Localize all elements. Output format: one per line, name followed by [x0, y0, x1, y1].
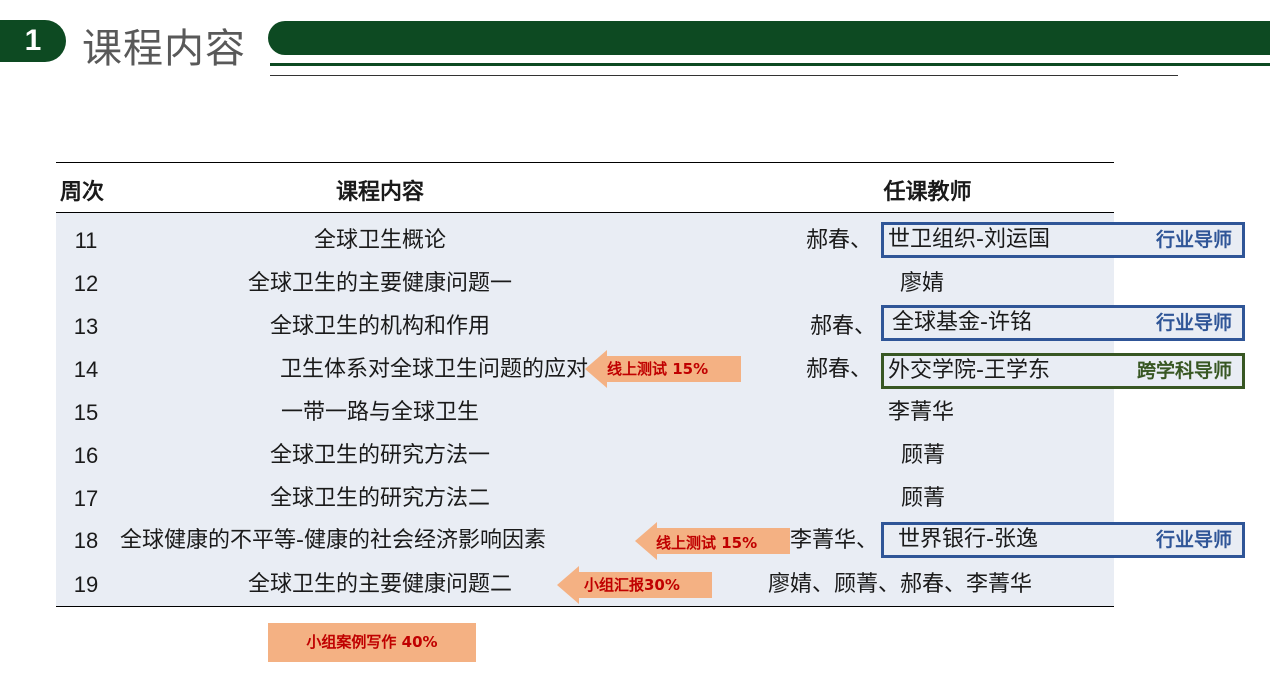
table-bottom-rule — [56, 606, 1114, 607]
table-row: 12 全球卫生的主要健康问题一 — [56, 263, 1114, 305]
teacher-cell: 郝春、 — [806, 228, 873, 253]
teacher-cell: 李菁华、 — [790, 528, 879, 553]
teacher-cell: 李菁华 — [888, 400, 955, 425]
online-test-label: 线上测试 15% — [656, 534, 758, 552]
content-cell: 全球卫生的主要健康问题一 — [247, 271, 512, 296]
group-report-label: 小组汇报30% — [584, 576, 680, 594]
content-cell: 一带一路与全球卫生 — [280, 400, 479, 425]
content-cell: 全球卫生的研究方法二 — [269, 486, 490, 511]
column-header-content: 课程内容 — [335, 180, 424, 205]
mentor-box: 世界银行-张逸 行业导师 — [881, 522, 1245, 558]
content-cell: 全球健康的不平等-健康的社会经济影响因素 — [120, 528, 546, 553]
mentor-box: 世卫组织-刘运国 行业导师 — [881, 222, 1245, 258]
column-header-teacher: 任课教师 — [883, 180, 972, 205]
table-row: 16 全球卫生的研究方法一 — [56, 435, 1114, 477]
header-divider-thick — [270, 63, 1270, 66]
page-title: 课程内容 — [82, 26, 246, 72]
teacher-cell: 郝春、 — [806, 357, 873, 382]
mentor-box: 全球基金-许铭 行业导师 — [881, 305, 1245, 341]
section-number-badge: 1 — [0, 20, 66, 62]
content-cell: 全球卫生的研究方法一 — [269, 443, 490, 468]
teacher-cell: 顾菁 — [901, 486, 946, 511]
content-cell: 全球卫生概论 — [313, 228, 446, 253]
header-divider-thin — [270, 75, 1178, 76]
header-decor-bar — [268, 21, 1270, 55]
column-header-week: 周次 — [60, 180, 105, 205]
table-header-rule — [56, 212, 1114, 213]
mentor-box: 外交学院-王学东 跨学科导师 — [881, 353, 1245, 389]
teacher-cell: 郝春、 — [810, 314, 877, 339]
mentor-role: 行业导师 — [1155, 312, 1232, 334]
teacher-cell: 廖婧 — [900, 271, 945, 296]
mentor-role: 跨学科导师 — [1136, 360, 1232, 382]
teacher-cell: 廖婧、顾菁、郝春、李菁华 — [768, 572, 1033, 597]
mentor-name: 世卫组织-刘运国 — [888, 227, 1050, 252]
week-cell: 18 — [73, 528, 99, 553]
mentor-role: 行业导师 — [1155, 529, 1232, 551]
table-row: 17 全球卫生的研究方法二 — [56, 478, 1114, 520]
content-cell: 全球卫生的机构和作用 — [269, 314, 490, 339]
mentor-name: 外交学院-王学东 — [888, 358, 1050, 383]
group-writing-note: 小组案例写作 40% — [268, 623, 476, 662]
mentor-role: 行业导师 — [1155, 229, 1232, 251]
mentor-name: 全球基金-许铭 — [892, 310, 1032, 335]
online-test-label: 线上测试 15% — [607, 360, 709, 378]
table-row: 15 一带一路与全球卫生 — [56, 392, 1114, 434]
mentor-name: 世界银行-张逸 — [898, 527, 1038, 552]
table-top-rule — [56, 162, 1114, 163]
teacher-cell: 顾菁 — [901, 443, 946, 468]
